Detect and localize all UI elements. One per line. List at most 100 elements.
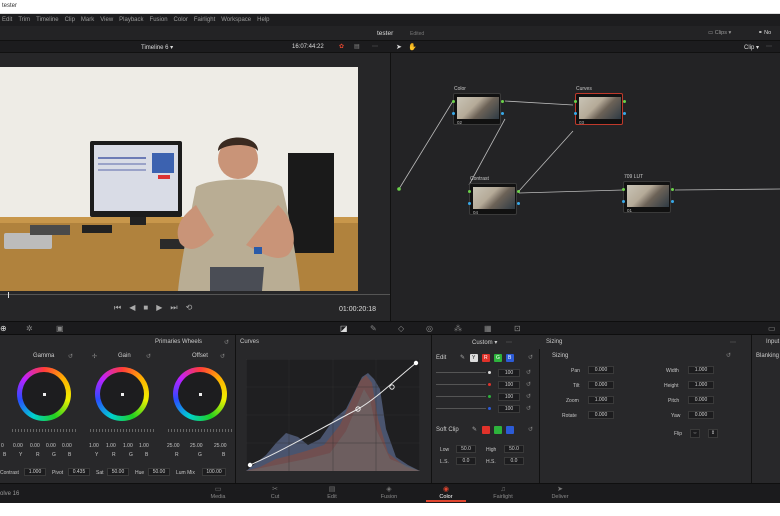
page-fairlight[interactable]: ♫ Fairlight [483, 486, 523, 502]
stop-icon[interactable]: ■ [143, 303, 148, 313]
menu-edit[interactable]: Edit [2, 17, 12, 26]
reset-icon[interactable]: ↺ [146, 353, 151, 360]
node-graph[interactable]: Color 02 Curves 03 Contrast 04 709 LUT 0… [390, 53, 780, 321]
node-curves[interactable]: Curves 03 [574, 86, 626, 125]
motion-effects-icon[interactable]: ▣ [56, 324, 64, 333]
tilt-field[interactable]: 0.000 [588, 381, 614, 389]
rgb-mixer-icon[interactable]: ✲ [26, 324, 33, 333]
reset-icon[interactable]: ↺ [726, 352, 731, 359]
g-intensity-field[interactable]: 100 [498, 393, 520, 401]
key-input-icon[interactable] [468, 202, 471, 205]
nodes-button[interactable]: ⚭ No [758, 30, 771, 36]
flip-horizontal-icon[interactable]: ⇔ [690, 429, 700, 438]
color-wheels-icon[interactable]: ⊕ [0, 324, 7, 333]
reset-icon[interactable]: ↺ [526, 369, 531, 376]
pan-field[interactable]: 0.000 [588, 366, 614, 374]
rgb-input-icon[interactable] [468, 190, 471, 193]
rgb-input-icon[interactable] [574, 100, 577, 103]
clips-button[interactable]: ▭ Clips ▾ [708, 30, 731, 36]
reset-icon[interactable]: ↺ [220, 353, 225, 360]
high-field[interactable]: 50.0 [504, 445, 524, 453]
gamma-r-value[interactable]: 0.00 [30, 443, 40, 449]
loop-icon[interactable]: ⟲ [186, 303, 193, 313]
key-output-icon[interactable] [671, 200, 674, 203]
rgb-output-icon[interactable] [623, 100, 626, 103]
gamma-wheel[interactable] [17, 367, 71, 421]
qualifier-icon[interactable]: ✎ [370, 324, 377, 333]
key-input-icon[interactable] [622, 200, 625, 203]
reset-icon[interactable]: ↺ [224, 339, 229, 346]
menu-timeline[interactable]: Timeline [36, 17, 58, 26]
rgb-input-icon[interactable] [452, 100, 455, 103]
sat-field[interactable]: 50.00 [107, 468, 129, 476]
yaw-field[interactable]: 0.000 [688, 411, 714, 419]
key-icon[interactable]: ▦ [484, 324, 492, 333]
pointer-tool-icon[interactable]: ➤ [396, 43, 402, 51]
menu-trim[interactable]: Trim [18, 17, 30, 26]
menu-fairlight[interactable]: Fairlight [194, 17, 215, 26]
node-options-icon[interactable]: ⋯ [766, 43, 772, 50]
page-media[interactable]: ▭ Media [198, 486, 238, 502]
tracker-icon[interactable]: ◎ [426, 324, 433, 333]
softclip-b-toggle[interactable] [506, 426, 514, 434]
menu-color[interactable]: Color [174, 17, 188, 26]
hue-field[interactable]: 50.00 [148, 468, 170, 476]
picker-icon[interactable]: ✢ [92, 353, 97, 360]
gamma-lead-value[interactable]: 0 [1, 443, 4, 449]
rotate-field[interactable]: 0.000 [588, 411, 614, 419]
key-input-icon[interactable] [452, 112, 455, 115]
blur-icon[interactable]: ⁂ [454, 324, 462, 333]
gamma-g-value[interactable]: 0.00 [46, 443, 56, 449]
window-icon[interactable]: ◇ [398, 324, 404, 333]
hs-field[interactable]: 0.0 [504, 457, 524, 465]
play-reverse-icon[interactable]: ◀ [129, 303, 135, 313]
rgb-input-icon[interactable] [622, 188, 625, 191]
reset-icon[interactable]: ↺ [526, 393, 531, 400]
sizing-options-icon[interactable]: ⋯ [730, 339, 736, 346]
softclip-g-toggle[interactable] [494, 426, 502, 434]
offset-g-value[interactable]: 25.00 [190, 443, 203, 449]
menu-view[interactable]: View [100, 17, 113, 26]
y-intensity-field[interactable]: 100 [498, 369, 520, 377]
more-options-icon[interactable]: ⋯ [372, 43, 378, 50]
gain-y-value[interactable]: 1.00 [89, 443, 99, 449]
reset-icon[interactable]: ↺ [526, 381, 531, 388]
scopes-icon[interactable]: ▭ [768, 324, 776, 333]
link-icon[interactable]: ✎ [460, 354, 465, 361]
offset-master-wheel[interactable] [168, 429, 232, 432]
menu-playback[interactable]: Playback [119, 17, 143, 26]
key-output-icon[interactable] [501, 112, 504, 115]
viewer-frame[interactable] [0, 67, 358, 291]
hand-tool-icon[interactable]: ✋ [408, 43, 417, 51]
link-icon[interactable]: ✎ [472, 426, 477, 433]
gamma-y-value[interactable]: 0.00 [13, 443, 23, 449]
b-intensity-field[interactable]: 100 [498, 405, 520, 413]
curves-mode-value[interactable]: Custom ▾ [472, 339, 497, 346]
sizing-icon[interactable]: ⊡ [514, 324, 521, 333]
reset-icon[interactable]: ↺ [528, 354, 533, 361]
r-intensity-field[interactable]: 100 [498, 381, 520, 389]
offset-b-value[interactable]: 25.00 [214, 443, 227, 449]
page-deliver[interactable]: ➤ Deliver [540, 486, 580, 502]
curve-graph[interactable] [246, 359, 420, 471]
page-fusion[interactable]: ◈ Fusion [369, 486, 409, 502]
playhead[interactable] [8, 292, 9, 298]
zoom-field[interactable]: 1.000 [588, 396, 614, 404]
height-field[interactable]: 1.000 [688, 381, 714, 389]
pivot-field[interactable]: 0.435 [68, 468, 90, 476]
key-input-icon[interactable] [574, 112, 577, 115]
pitch-field[interactable]: 0.000 [688, 396, 714, 404]
gain-master-wheel[interactable] [90, 429, 154, 432]
rgb-output-icon[interactable] [671, 188, 674, 191]
page-edit[interactable]: ▤ Edit [312, 486, 352, 502]
timeline-selector[interactable]: Timeline 6 ▾ [141, 44, 173, 51]
rgb-output-icon[interactable] [501, 100, 504, 103]
contrast-field[interactable]: 1.000 [24, 468, 46, 476]
rgb-output-icon[interactable] [517, 190, 520, 193]
node-contrast[interactable]: Contrast 04 [468, 176, 520, 215]
color-picker-icon[interactable]: ✿ [339, 43, 344, 50]
menu-fusion[interactable]: Fusion [150, 17, 168, 26]
low-field[interactable]: 50.0 [456, 445, 476, 453]
reset-icon[interactable]: ↺ [528, 426, 533, 433]
width-field[interactable]: 1.000 [688, 366, 714, 374]
